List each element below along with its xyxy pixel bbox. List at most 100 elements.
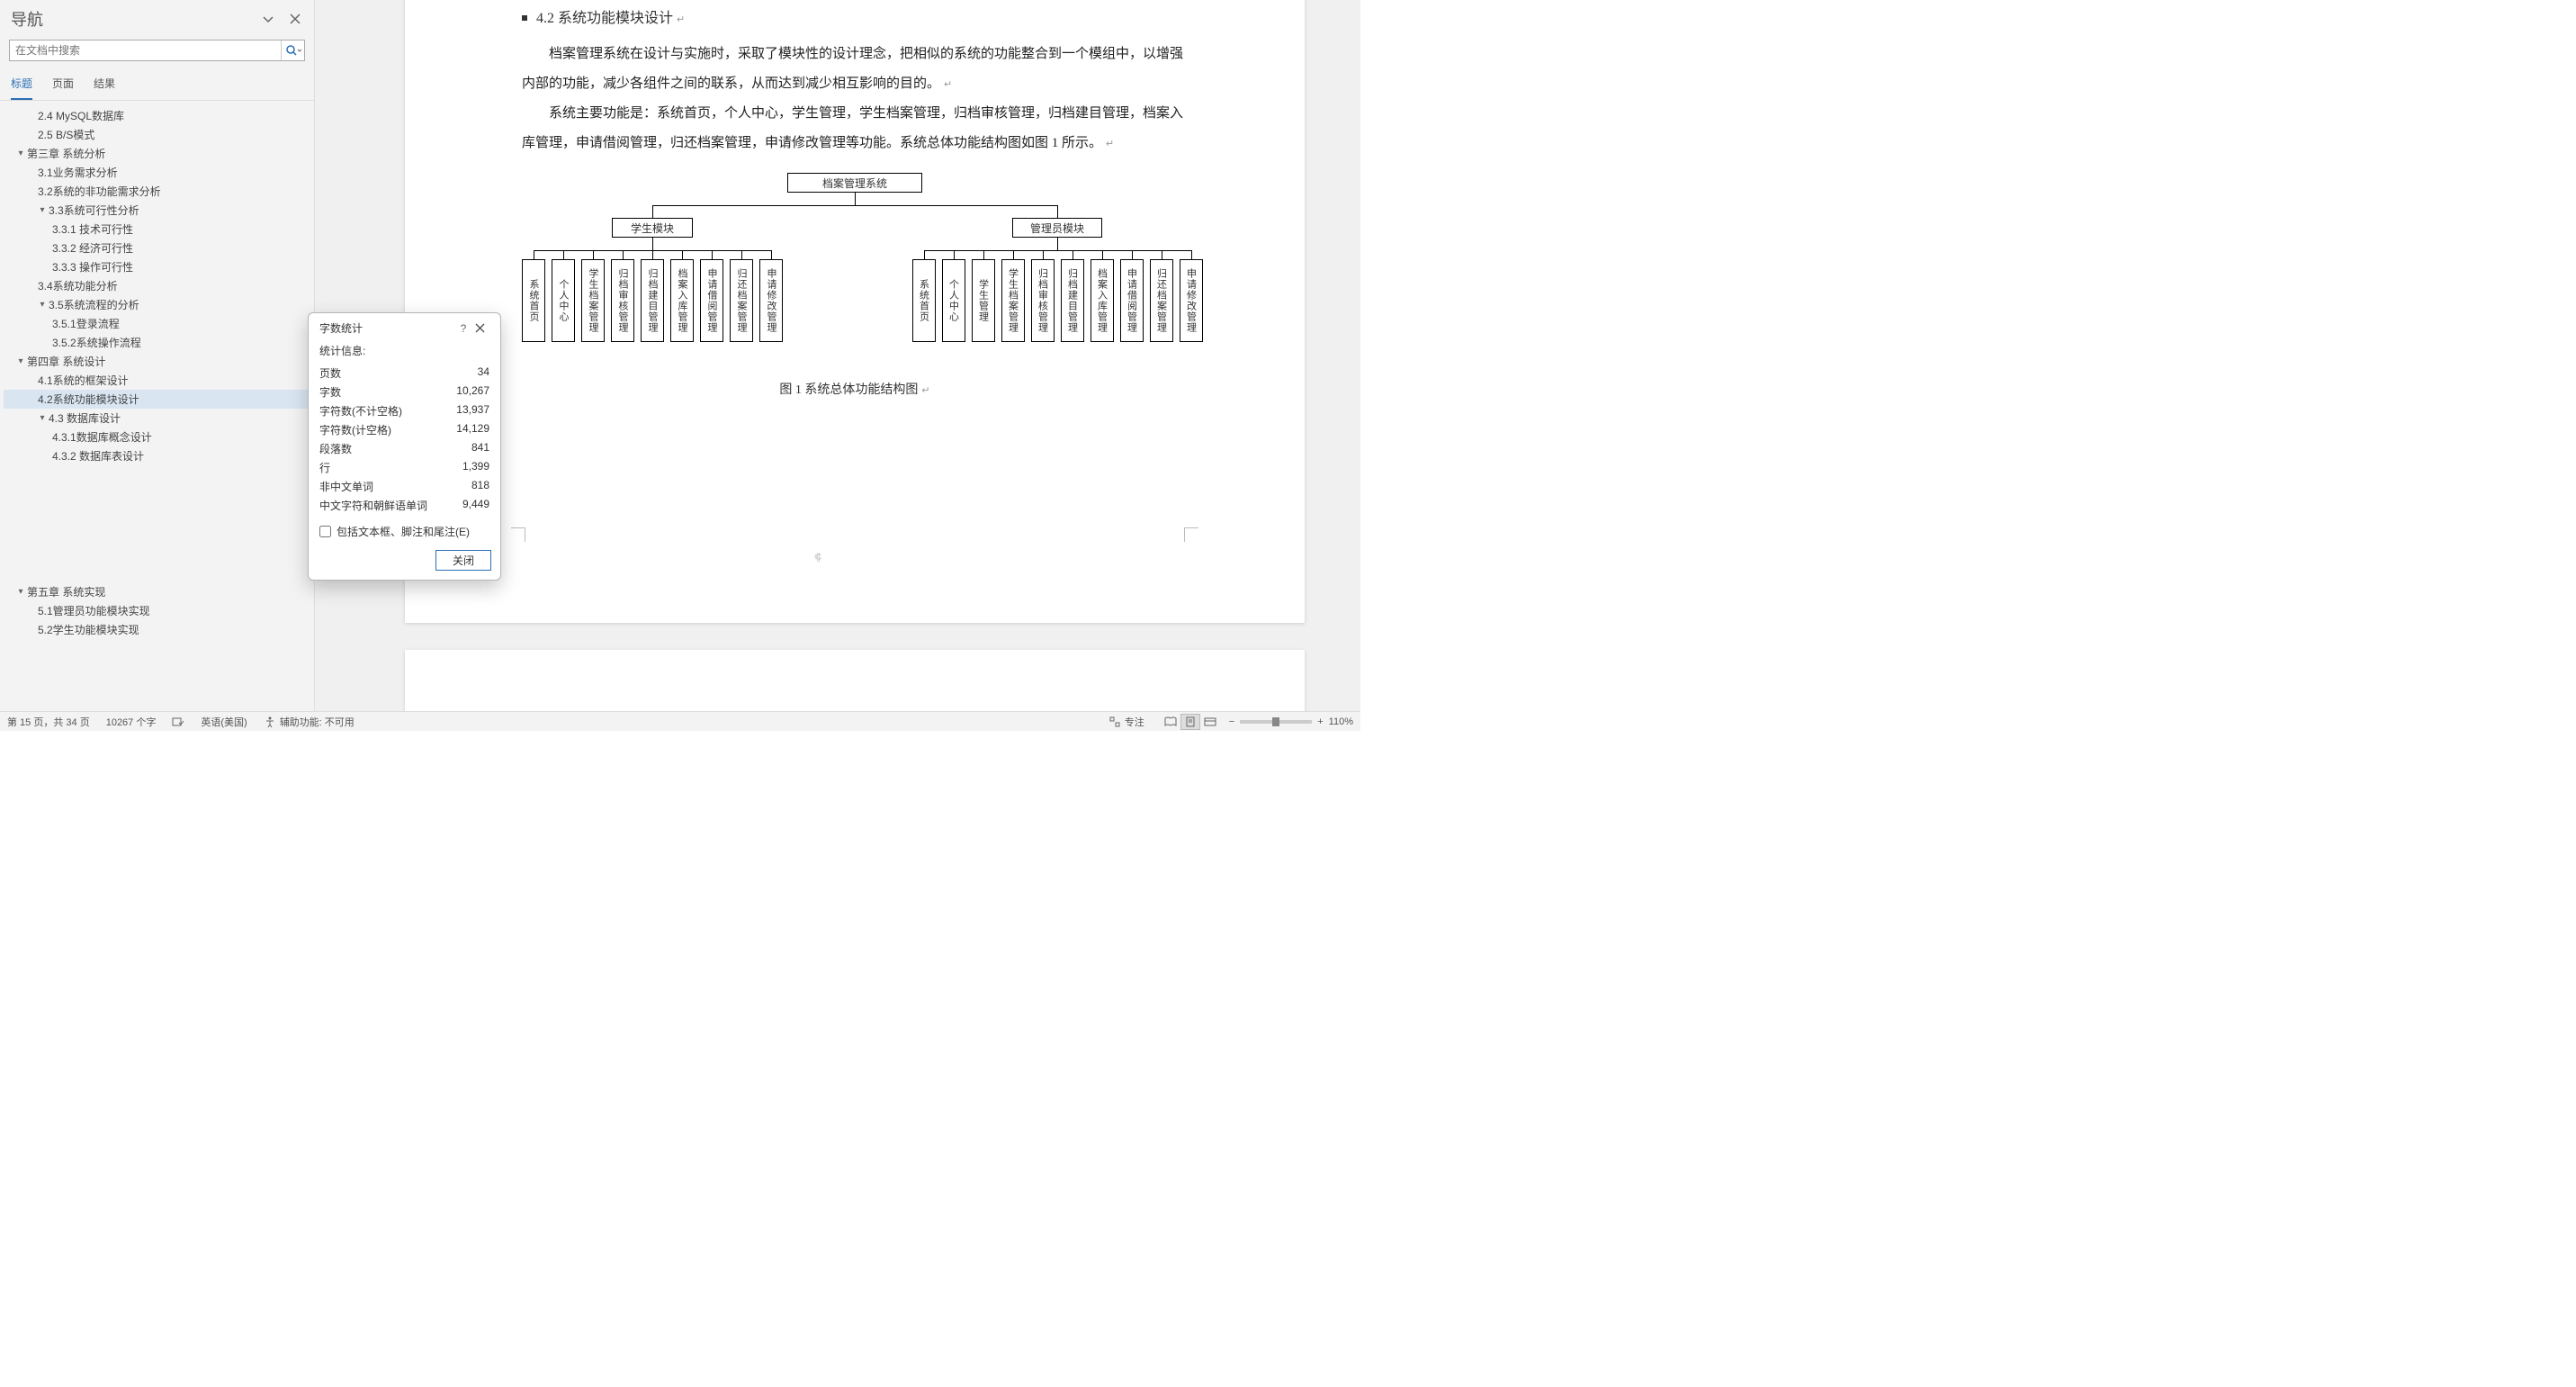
- zoom-level[interactable]: 110%: [1329, 716, 1353, 727]
- nav-collapse-button[interactable]: [258, 9, 278, 29]
- diagram-node: 归还档案管理: [730, 259, 753, 342]
- outline-item[interactable]: 4.3.1数据库概念设计: [4, 428, 314, 446]
- outline-item[interactable]: 2.5 B/S模式: [4, 125, 314, 144]
- focus-mode-button[interactable]: 专注: [1108, 715, 1144, 729]
- close-button[interactable]: 关闭: [435, 550, 491, 571]
- headings-tree[interactable]: 2.4 MySQL数据库2.5 B/S模式▾第三章 系统分析3.1业务需求分析3…: [0, 101, 314, 644]
- search-dropdown-button[interactable]: [281, 41, 304, 60]
- stat-row: 非中文单词818: [309, 477, 500, 496]
- outline-item-label: 3.3.1 技术可行性: [52, 221, 133, 237]
- diagram-connector: [855, 193, 856, 205]
- stat-value: 841: [471, 441, 489, 456]
- stat-value: 34: [478, 365, 489, 381]
- outline-item[interactable]: 3.3.3 操作可行性: [4, 257, 314, 276]
- diagram-node: 学生管理: [972, 259, 995, 342]
- stat-value: 13,937: [456, 403, 489, 419]
- status-spellcheck[interactable]: [172, 716, 184, 728]
- chevron-down-icon[interactable]: ▾: [16, 587, 25, 597]
- read-mode-button[interactable]: [1161, 714, 1180, 730]
- diagram-node: 个人中心: [942, 259, 965, 342]
- checkbox-input[interactable]: [319, 526, 331, 537]
- nav-search-box[interactable]: [9, 40, 305, 61]
- diagram-node: 归还档案管理: [1150, 259, 1173, 342]
- diagram-node: 档案入库管理: [1091, 259, 1114, 342]
- tab-headings[interactable]: 标题: [11, 76, 32, 100]
- status-page[interactable]: 第 15 页，共 34 页: [7, 715, 90, 729]
- diagram-connector: [771, 250, 772, 259]
- stat-label: 中文字符和朝鲜语单词: [319, 498, 427, 513]
- outline-item-label: 3.5系统流程的分析: [49, 297, 139, 312]
- stat-label: 字符数(计空格): [319, 422, 391, 437]
- chevron-down-icon[interactable]: ▾: [38, 205, 47, 215]
- print-layout-button[interactable]: [1180, 714, 1200, 730]
- outline-item[interactable]: 3.3.1 技术可行性: [4, 220, 314, 239]
- diagram-connector: [623, 250, 624, 259]
- diagram-node: 管理员模块: [1012, 218, 1102, 238]
- status-accessibility[interactable]: 辅助功能: 不可用: [264, 715, 355, 729]
- search-input[interactable]: [10, 44, 281, 57]
- outline-item[interactable]: 3.4系统功能分析: [4, 276, 314, 295]
- diagram-connector: [712, 250, 713, 259]
- status-language[interactable]: 英语(美国): [201, 715, 247, 729]
- nav-close-button[interactable]: [285, 9, 305, 29]
- outline-item-label: 4.2系统功能模块设计: [38, 392, 139, 407]
- outline-item[interactable]: 3.3.2 经济可行性: [4, 239, 314, 257]
- diagram-connector: [1057, 205, 1058, 218]
- outline-item-label: 3.3.3 操作可行性: [52, 259, 133, 275]
- close-icon: [475, 323, 485, 333]
- outline-item[interactable]: ▾第四章 系统设计: [4, 352, 314, 371]
- chevron-down-icon[interactable]: ▾: [16, 356, 25, 366]
- outline-item[interactable]: ▾第五章 系统实现: [4, 582, 314, 601]
- outline-item[interactable]: 3.5.1登录流程: [4, 314, 314, 333]
- outline-item-label: 3.5.1登录流程: [52, 316, 120, 331]
- page: 4.2 系统功能模块设计 ↵ 档案管理系统在设计与实施时，采取了模块性的设计理念…: [405, 0, 1305, 623]
- outline-item-label: 第三章 系统分析: [27, 146, 105, 161]
- outline-item-label: 2.5 B/S模式: [38, 127, 94, 142]
- dialog-titlebar[interactable]: 字数统计 ?: [309, 313, 500, 339]
- chevron-down-icon: [262, 13, 274, 25]
- outline-item[interactable]: 5.2学生功能模块实现: [4, 620, 314, 639]
- dialog-help-button[interactable]: ?: [455, 322, 471, 335]
- diagram-connector: [682, 250, 683, 259]
- outline-item[interactable]: 3.1业务需求分析: [4, 163, 314, 182]
- outline-item[interactable]: ▾3.3系统可行性分析: [4, 201, 314, 220]
- zoom-slider[interactable]: [1240, 720, 1312, 724]
- dialog-footer: 关闭: [309, 543, 500, 580]
- outline-item[interactable]: 3.5.2系统操作流程: [4, 333, 314, 352]
- stat-row: 段落数841: [309, 439, 500, 458]
- outline-item[interactable]: 5.1管理员功能模块实现: [4, 601, 314, 620]
- chevron-down-icon[interactable]: ▾: [38, 300, 47, 310]
- zoom-in-button[interactable]: +: [1317, 716, 1323, 727]
- zoom-thumb[interactable]: [1272, 717, 1279, 726]
- zoom-control[interactable]: − + 110%: [1229, 716, 1353, 727]
- include-textboxes-checkbox[interactable]: 包括文本框、脚注和尾注(E): [309, 515, 500, 543]
- outline-item[interactable]: 4.1系统的框架设计: [4, 371, 314, 390]
- paragraph-mark-icon: ↵: [677, 14, 685, 25]
- dialog-close-button[interactable]: [475, 323, 491, 333]
- outline-item[interactable]: 3.2系统的非功能需求分析: [4, 182, 314, 201]
- outline-item[interactable]: ▾4.3 数据库设计: [4, 409, 314, 428]
- tab-pages[interactable]: 页面: [52, 76, 74, 100]
- print-layout-icon: [1184, 716, 1197, 727]
- zoom-out-button[interactable]: −: [1229, 716, 1234, 727]
- chevron-down-icon[interactable]: ▾: [38, 413, 47, 423]
- outline-item-label: 5.1管理员功能模块实现: [38, 603, 150, 618]
- diagram-node: 档案管理系统: [787, 173, 922, 193]
- diagram-node: 归档审核管理: [611, 259, 634, 342]
- diagram-connector: [652, 205, 1057, 206]
- chevron-down-icon[interactable]: ▾: [16, 149, 25, 158]
- diagram-connector: [1013, 250, 1014, 259]
- stat-value: 1,399: [462, 460, 489, 475]
- outline-item[interactable]: 4.3.2 数据库表设计: [4, 446, 314, 465]
- outline-item[interactable]: 4.2系统功能模块设计: [4, 390, 314, 409]
- web-layout-button[interactable]: [1200, 714, 1220, 730]
- outline-item[interactable]: ▾第三章 系统分析: [4, 144, 314, 163]
- dialog-title: 字数统计: [319, 320, 452, 336]
- org-chart-diagram: 档案管理系统学生模块管理员模块系统首页个人中心学生档案管理归档审核管理归档建目管…: [522, 173, 1188, 371]
- diagram-node: 申请借阅管理: [700, 259, 723, 342]
- outline-item[interactable]: ▾3.5系统流程的分析: [4, 295, 314, 314]
- accessibility-icon: [264, 716, 276, 728]
- tab-results[interactable]: 结果: [94, 76, 115, 100]
- status-wordcount[interactable]: 10267 个字: [106, 715, 157, 729]
- outline-item[interactable]: 2.4 MySQL数据库: [4, 106, 314, 125]
